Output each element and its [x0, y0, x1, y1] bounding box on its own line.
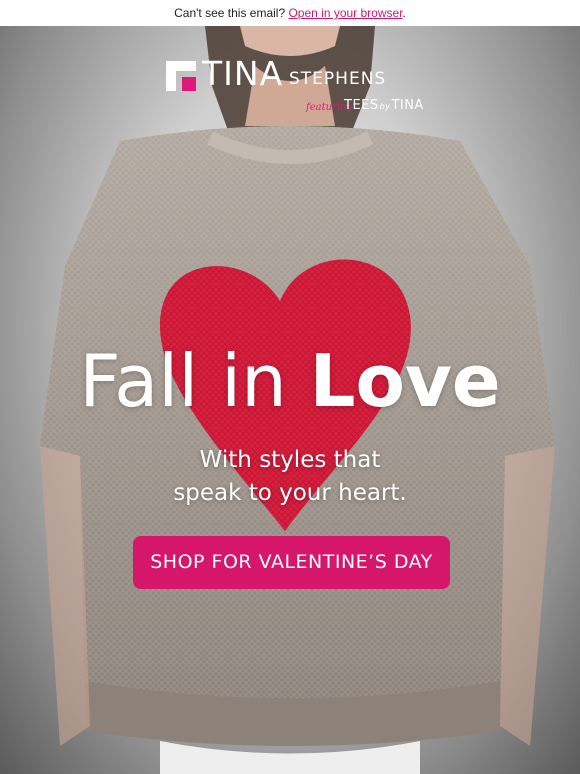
headline-bold: Love	[309, 339, 501, 423]
preheader-text: Can't see this email?	[174, 6, 286, 20]
hero-subheadline: With styles that speak to your heart.	[0, 444, 580, 510]
logo-subbrand: featuring TEESbyTINA	[306, 98, 436, 118]
logo-mark-icon	[166, 61, 196, 91]
logo-stephens-text: STEPHENS	[289, 69, 387, 89]
subhead-line-1: With styles that	[199, 447, 381, 473]
shop-valentines-button[interactable]: SHOP FOR VALENTINE’S DAY	[133, 536, 450, 589]
logo-tees-text: TEES	[344, 98, 379, 113]
brand-logo[interactable]: TINA STEPHENS featuring TEESbyTINA	[166, 54, 426, 148]
open-in-browser-link[interactable]: Open in your browser	[288, 6, 402, 20]
hero-banner[interactable]: TINA STEPHENS featuring TEESbyTINA Fall …	[0, 26, 580, 774]
logo-tina-sub-text: TINA	[391, 98, 424, 113]
subhead-line-2: speak to your heart.	[173, 480, 407, 506]
headline-light: Fall in	[79, 339, 310, 423]
logo-by-text: by	[379, 102, 391, 111]
logo-tina-text: TINA	[202, 54, 284, 93]
logo-tees-by-tina: TEESbyTINA	[344, 98, 424, 113]
preheader-bar: Can't see this email? Open in your brows…	[0, 0, 580, 26]
hero-headline: Fall in Love	[0, 336, 580, 426]
preheader-period: .	[402, 6, 406, 20]
